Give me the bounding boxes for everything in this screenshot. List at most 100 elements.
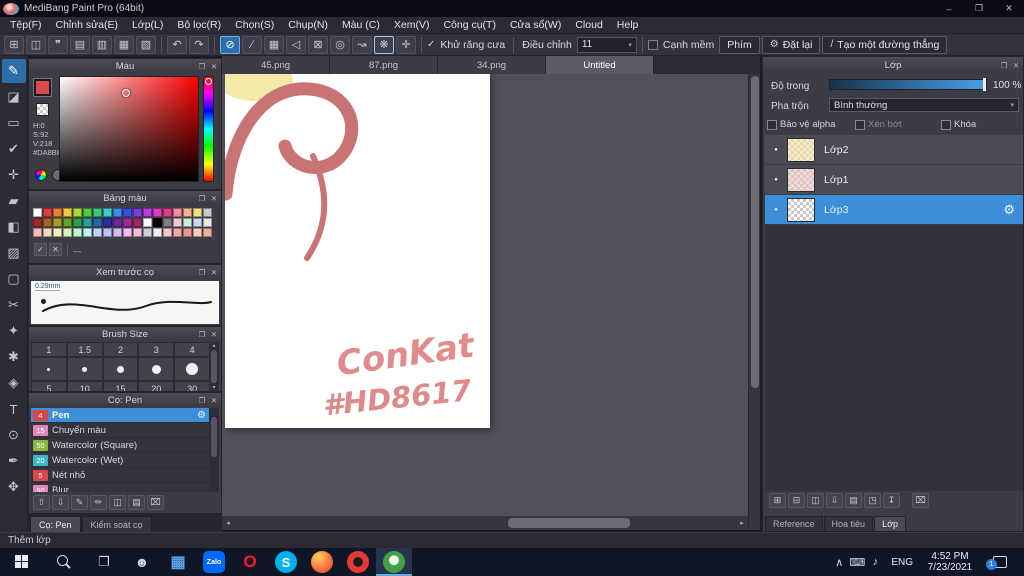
- layer-row[interactable]: ● Lớp1 ⚙: [765, 165, 1023, 195]
- select-pen-tool[interactable]: ✱: [2, 345, 26, 369]
- color-wheel-button[interactable]: [35, 169, 47, 181]
- palette-swatch[interactable]: [33, 218, 42, 227]
- brush-add-button[interactable]: ✎: [71, 495, 88, 510]
- brush-duplicate-button[interactable]: ◫: [109, 495, 126, 510]
- palette-swatch[interactable]: [193, 208, 202, 217]
- brush-folder-button[interactable]: ▤: [128, 495, 145, 510]
- palette-swatch[interactable]: [193, 228, 202, 237]
- palette-swatch[interactable]: [143, 208, 152, 217]
- brush-size-label-cell[interactable]: 5: [31, 381, 67, 391]
- tray-expand-icon[interactable]: ∧: [830, 556, 848, 569]
- palette-swatch[interactable]: [183, 218, 192, 227]
- palette-swatch[interactable]: [183, 208, 192, 217]
- panel-tab[interactable]: Kiểm soát cọ: [81, 516, 152, 532]
- visibility-icon[interactable]: ●: [765, 147, 787, 153]
- current-color-swatch[interactable]: [33, 78, 52, 97]
- menu-item[interactable]: Cửa sổ(W): [503, 19, 568, 31]
- gear-icon[interactable]: ⚙: [1003, 202, 1015, 218]
- clipping-checkbox[interactable]: Xén bớt: [855, 119, 902, 130]
- palette-swatch[interactable]: [203, 228, 212, 237]
- marquee-tool[interactable]: ▭: [2, 111, 26, 135]
- visibility-icon[interactable]: ●: [765, 207, 787, 213]
- task-view-button[interactable]: ❐: [84, 548, 124, 576]
- taskbar-app-store[interactable]: ▦: [160, 548, 196, 576]
- palette-swatch[interactable]: [83, 208, 92, 217]
- palette-swatch[interactable]: [103, 208, 112, 217]
- snap-radial-icon[interactable]: ❋: [374, 35, 394, 54]
- palette-swatch[interactable]: [133, 208, 142, 217]
- palette-swatch[interactable]: [173, 218, 182, 227]
- start-button[interactable]: [0, 548, 44, 576]
- canvas-artwork[interactable]: ConKat #HD8617: [225, 74, 490, 428]
- maximize-button[interactable]: ❐: [964, 0, 994, 17]
- palette-swatch[interactable]: [163, 228, 172, 237]
- palette-swatch[interactable]: [173, 228, 182, 237]
- panel-float-icon[interactable]: ❐: [197, 396, 207, 405]
- key-button[interactable]: Phím: [719, 35, 760, 54]
- menu-item[interactable]: Cloud: [568, 19, 609, 31]
- palette-swatch[interactable]: [163, 208, 172, 217]
- select-rect-tool[interactable]: ▢: [2, 267, 26, 291]
- brush-row[interactable]: 15 Chuyển màu ⚙: [31, 423, 210, 438]
- canvas-vertical-scrollbar[interactable]: [748, 74, 760, 530]
- canvas-paper[interactable]: ConKat #HD8617: [225, 74, 490, 428]
- move-tool[interactable]: ✛: [2, 163, 26, 187]
- comment-icon[interactable]: ❞: [48, 35, 68, 54]
- brush-row[interactable]: 4 Pen ⚙: [31, 408, 210, 423]
- panel-close-icon[interactable]: ✕: [209, 268, 219, 277]
- delete-swatch-button[interactable]: ✕: [49, 243, 62, 256]
- palette-swatch[interactable]: [173, 208, 182, 217]
- brush-row[interactable]: 50 Blur ⚙: [31, 483, 210, 492]
- menu-item[interactable]: Chụp(N): [281, 19, 335, 31]
- language-indicator[interactable]: ENG: [884, 557, 920, 568]
- panel-close-icon[interactable]: ✕: [209, 396, 219, 405]
- palette-swatch[interactable]: [83, 218, 92, 227]
- gear-icon[interactable]: ⚙: [197, 410, 206, 421]
- snap-vanishing-icon[interactable]: ◁: [286, 35, 306, 54]
- tray-keyboard-icon[interactable]: ⌨: [848, 556, 866, 569]
- scroll-right-icon[interactable]: ▸: [736, 519, 748, 527]
- taskbar-app-zalo[interactable]: Zalo: [196, 548, 232, 576]
- palette-swatch[interactable]: [33, 208, 42, 217]
- palette-swatch[interactable]: [153, 228, 162, 237]
- redo-icon[interactable]: ↷: [189, 35, 209, 54]
- palette-swatch[interactable]: [203, 218, 212, 227]
- scroll-left-icon[interactable]: ◂: [222, 519, 234, 527]
- document-grid-icon[interactable]: ▥: [92, 35, 112, 54]
- minimize-button[interactable]: –: [934, 0, 964, 17]
- taskbar-search-button[interactable]: [44, 548, 84, 576]
- palette-swatch[interactable]: [33, 228, 42, 237]
- copy-icon[interactable]: ◫: [26, 35, 46, 54]
- palette-swatch[interactable]: [93, 218, 102, 227]
- action-center-button[interactable]: 1: [980, 556, 1020, 570]
- antialias-label[interactable]: Khử răng cưa: [440, 39, 505, 51]
- brush-row[interactable]: 20 Watercolor (Wet) ⚙: [31, 453, 210, 468]
- hue-slider[interactable]: [203, 76, 214, 182]
- layer-duplicate-button[interactable]: ◫: [807, 493, 824, 508]
- shape-tool[interactable]: ▰: [2, 189, 26, 213]
- palette-swatch[interactable]: [103, 218, 112, 227]
- text-tool[interactable]: T: [2, 397, 26, 421]
- taskbar-app-opera[interactable]: O: [232, 548, 268, 576]
- brush-size-label-cell[interactable]: 3: [138, 342, 175, 357]
- checkbox[interactable]: [767, 119, 777, 130]
- brush-size-label-cell[interactable]: 10: [66, 381, 103, 391]
- menu-item[interactable]: Chỉnh sửa(E): [49, 19, 125, 31]
- picker-indicator[interactable]: [122, 89, 131, 98]
- taskbar-app-firefox[interactable]: [304, 548, 340, 576]
- palette-swatch[interactable]: [73, 208, 82, 217]
- taskbar-app-skype[interactable]: S: [268, 548, 304, 576]
- gradient-tool[interactable]: ▨: [2, 241, 26, 265]
- layer-merge-down-button[interactable]: ⇩: [826, 493, 843, 508]
- layer-delete-button[interactable]: ⌧: [912, 493, 929, 508]
- palette-swatch[interactable]: [113, 218, 122, 227]
- brush-size-label-cell[interactable]: 1.5: [66, 342, 103, 357]
- menu-item[interactable]: Tệp(F): [3, 19, 49, 31]
- palette-swatch[interactable]: [53, 218, 62, 227]
- brush-size-dot-cell[interactable]: [66, 357, 103, 381]
- brush-delete-button[interactable]: ⌧: [147, 495, 164, 510]
- scroll-up-icon[interactable]: ▴: [212, 342, 215, 349]
- layer-add-folder-button[interactable]: ⊟: [788, 493, 805, 508]
- document-tab[interactable]: 34.png: [438, 56, 546, 74]
- brush-edit-button[interactable]: ✏: [90, 495, 107, 510]
